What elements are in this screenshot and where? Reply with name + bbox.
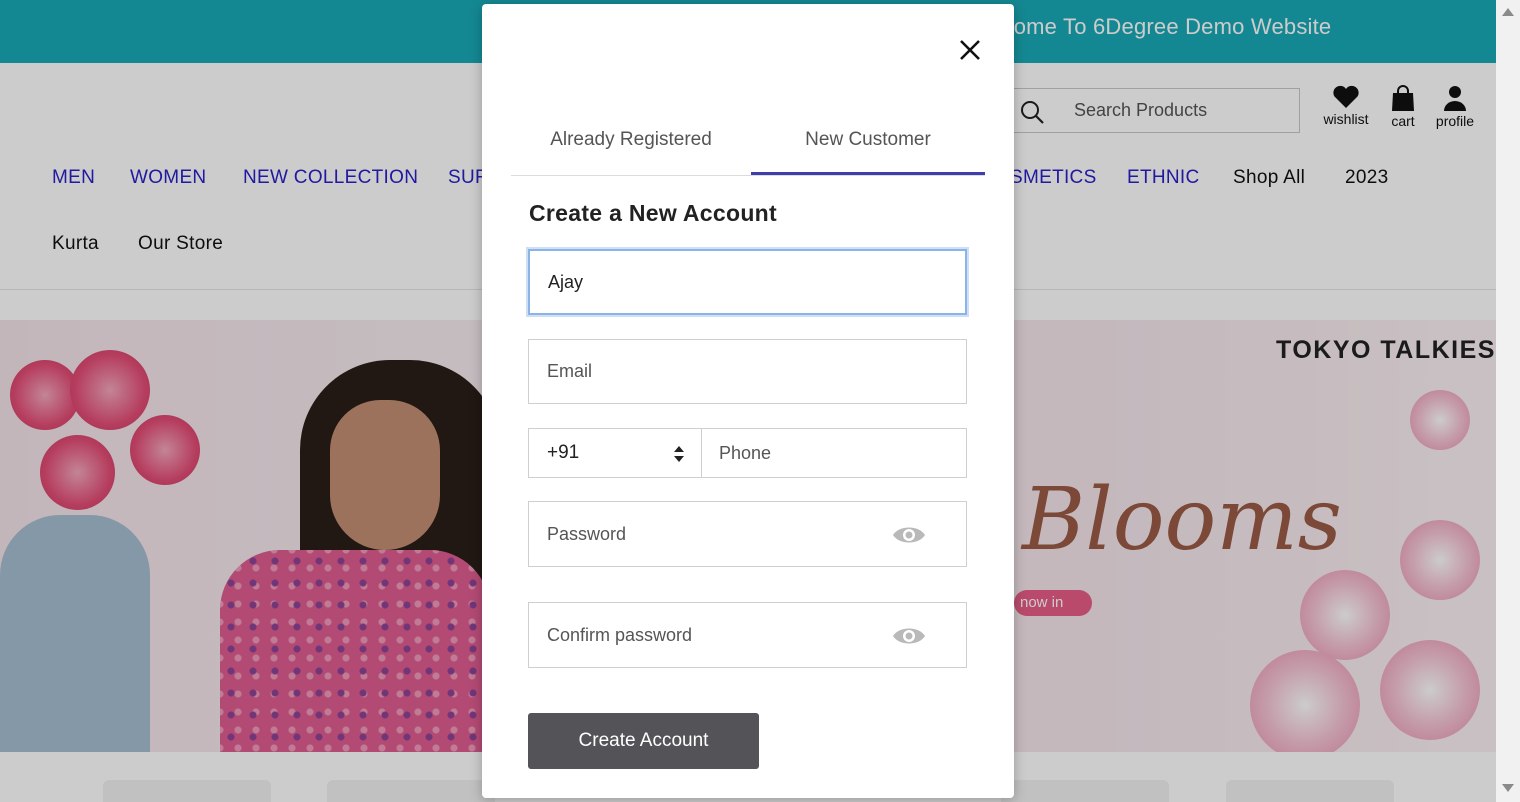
phone-row: +91 bbox=[528, 428, 967, 478]
phone-field[interactable] bbox=[701, 428, 967, 478]
email-field[interactable] bbox=[528, 339, 967, 404]
create-account-button[interactable]: Create Account bbox=[528, 713, 759, 769]
tab-already-registered[interactable]: Already Registered bbox=[511, 118, 751, 176]
phone-input[interactable] bbox=[702, 429, 966, 477]
show-confirm-password-eye-icon[interactable] bbox=[892, 625, 926, 647]
scroll-down-arrow-icon[interactable] bbox=[1502, 784, 1514, 792]
email-input[interactable] bbox=[529, 340, 966, 403]
page-scrollbar[interactable] bbox=[1496, 0, 1520, 802]
sort-arrows-icon bbox=[674, 446, 684, 462]
country-code-select[interactable]: +91 bbox=[528, 428, 702, 478]
active-tab-indicator bbox=[751, 172, 985, 175]
name-field[interactable] bbox=[528, 249, 967, 315]
show-password-eye-icon[interactable] bbox=[892, 524, 926, 546]
confirm-password-field[interactable] bbox=[528, 602, 967, 668]
form-title: Create a New Account bbox=[529, 200, 777, 226]
close-icon[interactable] bbox=[956, 36, 984, 64]
name-input[interactable] bbox=[530, 251, 965, 313]
auth-tabs: Already Registered New Customer bbox=[511, 118, 985, 176]
tab-new-customer[interactable]: New Customer bbox=[751, 118, 985, 176]
password-field[interactable] bbox=[528, 501, 967, 567]
country-code-value: +91 bbox=[547, 442, 580, 463]
signup-modal: Already Registered New Customer Create a… bbox=[482, 4, 1014, 798]
scroll-up-arrow-icon[interactable] bbox=[1502, 8, 1514, 16]
